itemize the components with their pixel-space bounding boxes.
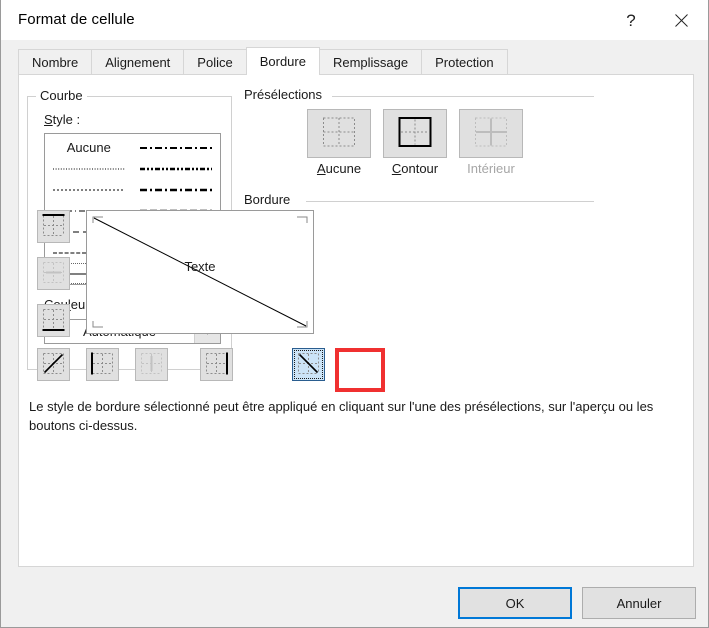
border-bottom-button[interactable] — [37, 304, 70, 337]
border-preview[interactable]: Texte — [86, 210, 314, 334]
border-divider — [306, 201, 594, 202]
tab-content-bordure: Courbe Style : Aucune Couleur : Automati… — [18, 74, 694, 567]
preset-intrieur: Intérieur — [459, 109, 523, 176]
line-style-option-dash-dot-dot-bold[interactable] — [136, 158, 218, 179]
help-button[interactable]: ? — [608, 0, 654, 40]
preset-caption: Aucune — [316, 161, 362, 176]
preset-button[interactable] — [383, 109, 447, 158]
style-label: Style : — [44, 112, 81, 127]
tab-bordure[interactable]: Bordure — [245, 47, 320, 75]
tab-strip: Nombre Alignement Police Bordure Remplissage… — [18, 47, 694, 75]
border-middle-horizontal-button — [37, 257, 70, 290]
tab-police[interactable]: Police — [183, 49, 247, 75]
window-title: Format de cellule — [18, 11, 135, 28]
line-style-swatch — [140, 141, 213, 155]
preset-button — [459, 109, 523, 158]
border-left-button[interactable] — [86, 348, 119, 381]
border-diagonal-down-button[interactable] — [292, 348, 325, 381]
tab-remplissage[interactable]: Remplissage — [318, 49, 423, 75]
title-bar: Format de cellule ? — [1, 0, 708, 40]
presets-divider — [332, 96, 594, 97]
question-mark-icon: ? — [626, 10, 636, 30]
cancel-button-label: Annuler — [616, 595, 662, 611]
line-style-swatch — [52, 183, 125, 197]
border-group: Bordure — [244, 192, 594, 207]
cancel-button[interactable]: Annuler — [582, 587, 696, 619]
annotation-highlight-rect — [335, 348, 385, 392]
tab-label: Bordure — [259, 54, 306, 69]
border-middle-vertical-icon — [139, 351, 164, 379]
border-top-button[interactable] — [37, 210, 70, 243]
tab-alignement[interactable]: Alignement — [91, 49, 185, 75]
line-style-option-dotted-fine[interactable] — [48, 158, 130, 179]
border-right-button[interactable] — [200, 348, 233, 381]
close-button[interactable] — [658, 0, 704, 40]
ok-button[interactable]: OK — [458, 587, 572, 619]
line-style-option-dash-dot-bold[interactable] — [136, 179, 218, 200]
border-top-icon — [41, 213, 66, 241]
close-icon — [674, 13, 688, 27]
tab-label: Alignement — [105, 55, 171, 70]
border-middle-vertical-button — [135, 348, 168, 381]
line-style-option-none[interactable]: Aucune — [48, 137, 130, 158]
presets-group: Présélections Aucune Contour Intérieur — [244, 87, 594, 177]
preset-aucune[interactable]: Aucune — [307, 109, 371, 176]
preset-contour[interactable]: Contour — [383, 109, 447, 176]
preset-button[interactable] — [307, 109, 371, 158]
line-style-option-dash-dot[interactable] — [136, 137, 218, 158]
line-style-swatch — [52, 162, 125, 176]
line-style-swatch — [140, 162, 213, 176]
tab-protection[interactable]: Protection — [421, 49, 508, 75]
ok-button-label: OK — [505, 595, 525, 611]
line-style-option-dotted[interactable] — [48, 179, 130, 200]
description-text: Le style de bordure sélectionné peut êtr… — [29, 399, 654, 433]
border-diagonal-up-icon — [41, 351, 66, 379]
border-group-title: Bordure — [244, 192, 291, 207]
line-style-swatch — [140, 183, 213, 197]
line-group-title: Courbe — [36, 87, 87, 105]
tab-nombre[interactable]: Nombre — [18, 49, 93, 75]
preview-sample-text: Texte — [184, 259, 216, 274]
border-none-icon — [320, 115, 358, 152]
border-left-icon — [90, 351, 115, 379]
tab-label: Nombre — [32, 55, 79, 70]
border-right-icon — [204, 351, 229, 379]
border-middle-horizontal-icon — [41, 260, 66, 288]
border-diagonal-up-button[interactable] — [37, 348, 70, 381]
preset-caption: Contour — [391, 161, 439, 176]
line-style-none-label: Aucune — [66, 140, 111, 155]
border-diagonal-down-icon — [296, 351, 321, 379]
tab-label: Protection — [435, 55, 494, 70]
tab-label: Remplissage — [332, 55, 409, 70]
presets-group-title: Présélections — [244, 87, 323, 102]
border-outline-icon — [396, 115, 434, 152]
tab-label: Police — [197, 55, 233, 70]
preset-caption: Intérieur — [467, 161, 515, 176]
format-cells-dialog: Format de cellule ? Nombre Alignement Poli… — [0, 0, 709, 628]
border-inside-icon — [472, 115, 510, 152]
border-bottom-icon — [41, 307, 66, 335]
